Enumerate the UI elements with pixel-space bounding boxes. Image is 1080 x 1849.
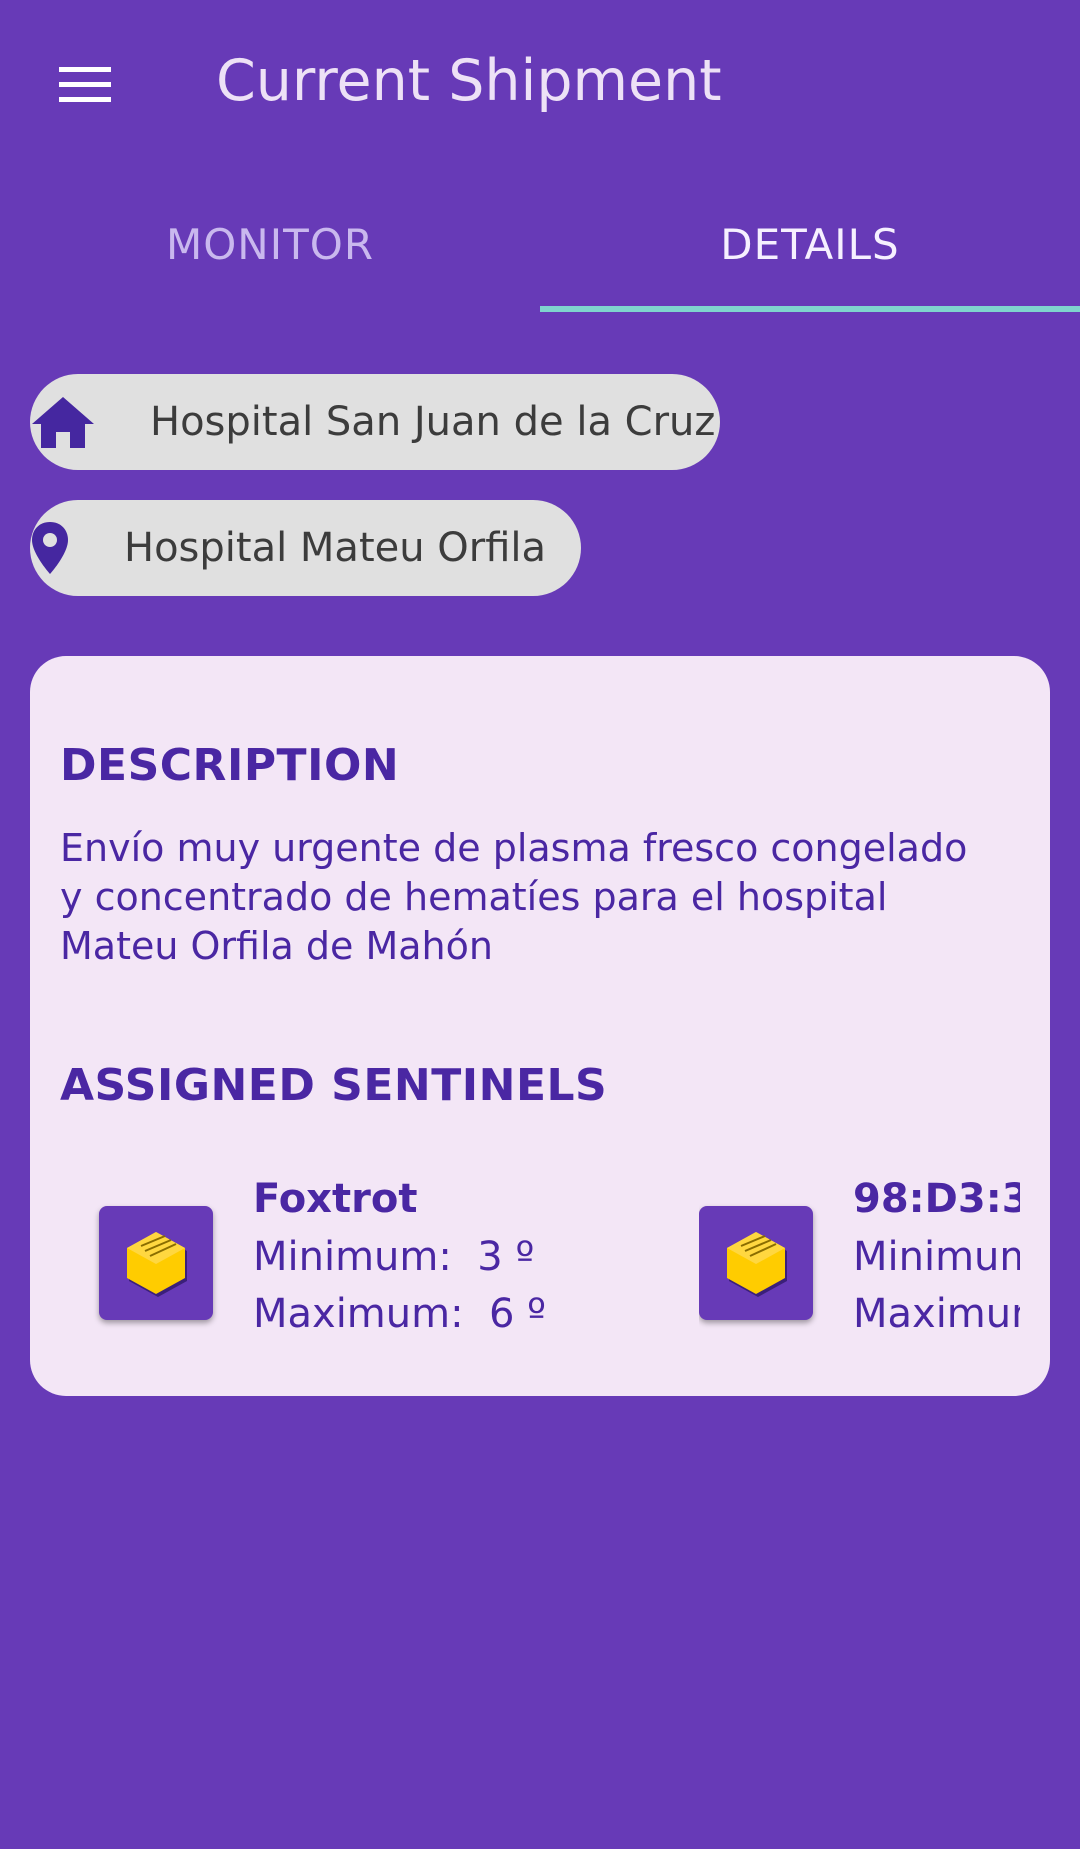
sentinel-name: Foxtrot (253, 1176, 418, 1222)
origin-chip[interactable]: Hospital San Juan de la Cruz (30, 374, 720, 470)
destination-chip[interactable]: Hospital Mateu Orfila (30, 500, 581, 596)
sentinel-item[interactable]: Foxtrot Minimum: 3 º Maximum: 6 º (99, 1176, 546, 1356)
details-card: DESCRIPTION Envío muy urgente de plasma … (30, 656, 1050, 1396)
tab-details[interactable]: DETAILS (540, 176, 1080, 312)
app-bar: Current Shipment (0, 0, 1080, 176)
sentinels-heading: ASSIGNED SENTINELS (60, 1060, 608, 1111)
sentinel-minimum: Minimum: 3 º (253, 1234, 534, 1280)
page-title: Current Shipment (216, 48, 722, 114)
sentinel-item[interactable]: 98:D3:31 Minimum Maximum (699, 1176, 1020, 1356)
sentinel-minimum-label: Minimum: (253, 1234, 452, 1280)
description-text: Envío muy urgente de plasma fresco conge… (60, 826, 968, 968)
tab-bar: MONITOR DETAILS (0, 176, 1080, 312)
box-icon (99, 1206, 213, 1320)
sentinel-maximum-value: 6 º (489, 1291, 547, 1337)
destination-label: Hospital Mateu Orfila (124, 525, 547, 571)
sentinel-list[interactable]: Foxtrot Minimum: 3 º Maximum: 6 º 98:D3:… (30, 1176, 1020, 1356)
sentinel-maximum: Maximum: 6 º (253, 1291, 546, 1337)
hamburger-menu-icon[interactable] (40, 45, 130, 125)
location-pin-icon (30, 500, 70, 596)
description-heading: DESCRIPTION (60, 740, 400, 791)
sentinel-minimum-value: 3 º (477, 1234, 535, 1280)
tab-monitor[interactable]: MONITOR (0, 176, 540, 312)
home-icon (30, 374, 96, 470)
box-icon (699, 1206, 813, 1320)
sentinel-minimum-label: Minimum (853, 1234, 1020, 1280)
sentinel-name: 98:D3:31 (853, 1176, 1020, 1222)
sentinel-maximum-label: Maximum: (253, 1291, 464, 1337)
origin-label: Hospital San Juan de la Cruz (150, 399, 716, 445)
sentinel-maximum-label: Maximum (853, 1291, 1020, 1337)
